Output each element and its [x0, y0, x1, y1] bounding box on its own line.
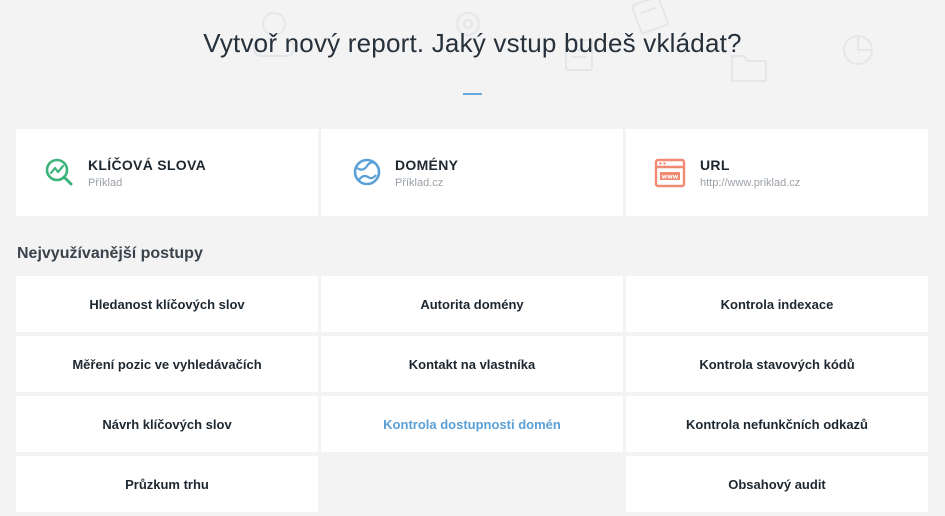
procedure-content-audit[interactable]: Obsahový audit: [626, 456, 928, 512]
input-card-keywords[interactable]: KLÍČOVÁ SLOVA Příklad: [16, 129, 318, 216]
input-card-url[interactable]: www URL http://www.priklad.cz: [626, 129, 928, 216]
input-card-example: Příklad.cz: [395, 177, 444, 189]
procedure-domain-availability[interactable]: Kontrola dostupnosti domén: [321, 396, 623, 452]
procedure-index-check[interactable]: Kontrola indexace: [626, 276, 928, 332]
input-card-title: DOMÉNY: [395, 157, 459, 173]
input-card-domains[interactable]: DOMÉNY Příklad.cz: [321, 129, 623, 216]
browser-www-icon: www: [654, 158, 686, 188]
procedure-rank-tracking[interactable]: Měření pozic ve vyhledávačích: [16, 336, 318, 392]
procedure-status-codes[interactable]: Kontrola stavových kódů: [626, 336, 928, 392]
procedures-grid: Hledanost klíčových slov Autorita domény…: [16, 276, 928, 516]
section-heading: Nejvyužívanější postupy: [17, 245, 203, 262]
page-title: Vytvoř nový report. Jaký vstup budeš vkl…: [203, 28, 742, 58]
input-card-example: http://www.priklad.cz: [700, 177, 801, 189]
input-type-cards: KLÍČOVÁ SLOVA Příklad DOMÉNY Příklad.cz …: [16, 129, 928, 216]
input-card-title: URL: [700, 157, 730, 173]
procedure-keyword-suggestions[interactable]: Návrh klíčových slov: [16, 396, 318, 452]
keyword-search-icon: [45, 158, 73, 186]
procedure-market-research[interactable]: Průzkum trhu: [16, 456, 318, 512]
procedure-domain-authority[interactable]: Autorita domény: [321, 276, 623, 332]
globe-icon: [353, 158, 381, 186]
input-card-example: Příklad: [88, 177, 123, 189]
input-card-title: KLÍČOVÁ SLOVA: [88, 157, 206, 173]
procedure-broken-links[interactable]: Kontrola nefunkčních odkazů: [626, 396, 928, 452]
procedure-keyword-volume[interactable]: Hledanost klíčových slov: [16, 276, 318, 332]
folder-icon: [731, 55, 767, 82]
procedure-owner-contact[interactable]: Kontakt na vlastníka: [321, 336, 623, 392]
svg-text:www: www: [662, 174, 679, 181]
title-underline: [463, 93, 482, 95]
